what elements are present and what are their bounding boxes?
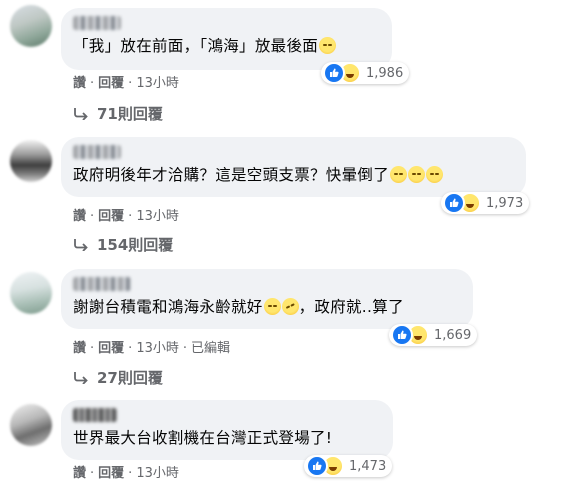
reaction-count: 1,669 [434,327,472,343]
author-name[interactable] [73,277,131,291]
author-name[interactable] [73,16,121,30]
view-replies-button[interactable]: 71則回覆 [73,103,163,124]
replies-label: 27則回覆 [97,369,163,387]
reply-button[interactable]: 回覆 [98,209,124,224]
like-button[interactable]: 讚 [73,209,86,224]
reply-arrow-icon [74,371,88,384]
comment-actions: 讚 · 回覆 · 13小時 [73,466,179,481]
tired-face-icon [390,166,408,183]
tired-face-icon [408,166,426,183]
reaction-count: 1,986 [366,65,404,81]
reply-button[interactable]: 回覆 [98,466,124,481]
reply-arrow-icon [74,238,88,251]
author-name[interactable] [73,145,121,159]
replies-label: 71則回覆 [97,105,163,123]
view-replies-button[interactable]: 27則回覆 [73,367,163,388]
sad-face-icon [319,37,337,54]
replies-label: 154則回覆 [97,236,174,254]
comment-bubble: 謝謝台積電和鴻海永齡就好 ，政府就..算了 [61,269,473,329]
timestamp[interactable]: 13小時 [136,209,179,224]
reply-button[interactable]: 回覆 [98,76,124,91]
laughing-face-icon [263,298,281,315]
like-icon [391,324,413,346]
comment-text: 世界最大台收割機在台灣正式登場了! [73,429,333,447]
like-icon [306,455,328,477]
avatar[interactable] [10,272,52,314]
avatar[interactable] [10,5,52,47]
like-button[interactable]: 讚 [73,341,86,356]
tired-face-icon [426,166,444,183]
author-name[interactable] [73,408,117,422]
reply-arrow-icon [74,107,88,120]
reaction-count: 1,473 [349,458,387,474]
like-icon [443,192,465,214]
edited-label[interactable]: 已編輯 [191,341,230,356]
avatar[interactable] [10,140,52,182]
reaction-summary[interactable]: 1,669 [389,324,478,346]
view-replies-button[interactable]: 154則回覆 [73,234,173,255]
comment-bubble: 政府明後年才洽購？這是空頭支票？快暈倒了 [61,137,526,197]
comment-text: 謝謝台積電和鴻海永齡就好 ，政府就..算了 [73,295,461,318]
comment-actions: 讚 · 回覆 · 13小時 [73,76,179,91]
reaction-count: 1,973 [486,195,524,211]
comment-text: 政府明後年才洽購？這是空頭支票？快暈倒了 [73,164,514,186]
timestamp[interactable]: 13小時 [136,76,179,91]
avatar[interactable] [10,404,52,446]
timestamp[interactable]: 13小時 [136,466,179,481]
comment-bubble: 「我」放在前面，「鴻海」放最後面 [61,8,392,70]
reaction-summary[interactable]: 1,973 [441,192,530,214]
like-icon [323,62,345,84]
comment-actions: 讚 · 回覆 · 13小時 · 已編輯 [73,341,231,356]
comment-text: 「我」放在前面，「鴻海」放最後面 [73,35,380,57]
comment-bubble: 世界最大台收割機在台灣正式登場了! [61,400,393,460]
comment-actions: 讚 · 回覆 · 13小時 [73,209,179,224]
like-button[interactable]: 讚 [73,466,86,481]
timestamp[interactable]: 13小時 [136,341,179,356]
reaction-summary[interactable]: 1,473 [304,455,393,477]
like-button[interactable]: 讚 [73,76,86,91]
reaction-summary[interactable]: 1,986 [321,62,410,84]
reply-button[interactable]: 回覆 [98,341,124,356]
